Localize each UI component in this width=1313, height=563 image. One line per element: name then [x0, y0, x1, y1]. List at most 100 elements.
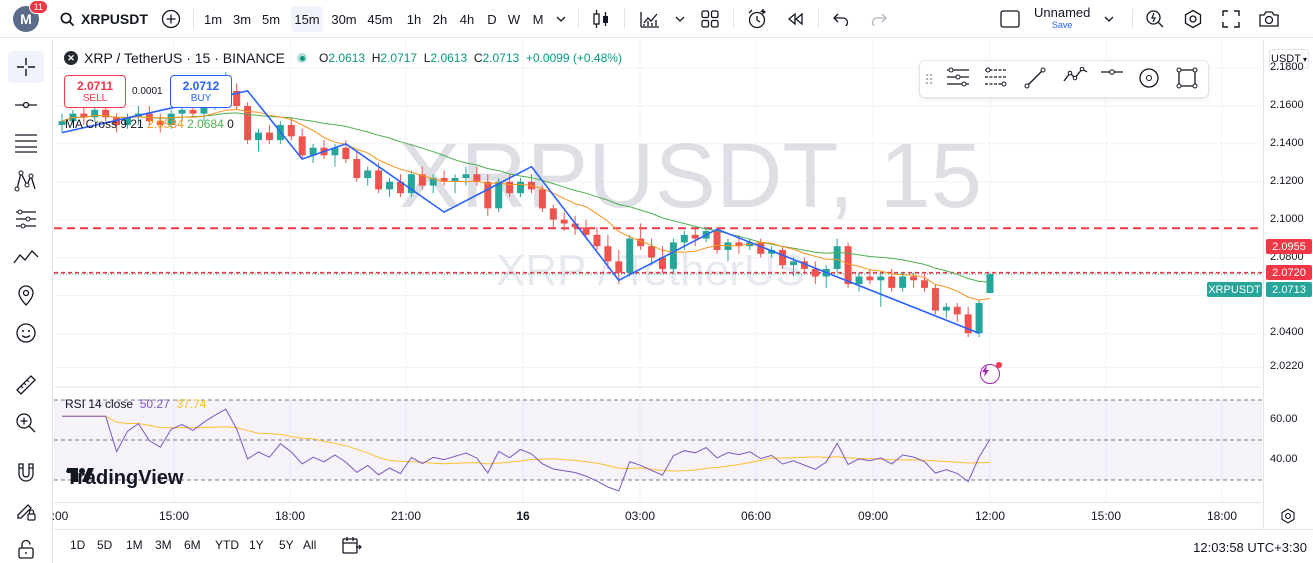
- timeframe-D[interactable]: D: [483, 6, 501, 32]
- rectangle-tool-button[interactable]: [1176, 67, 1202, 93]
- timeframe-M[interactable]: M: [528, 6, 548, 32]
- path-tool-button[interactable]: [1062, 67, 1088, 93]
- open-label: O: [319, 51, 329, 65]
- layout-selector[interactable]: Unnamed Save: [1000, 0, 1126, 38]
- candle-body: [680, 234, 688, 243]
- time-label: 16: [516, 509, 530, 523]
- trend-line-tool-button[interactable]: [1024, 67, 1050, 93]
- timeframe-45m[interactable]: 45m: [364, 6, 396, 32]
- timeframe-1h[interactable]: 1h: [403, 6, 425, 32]
- timeframe-dropdown[interactable]: [553, 0, 569, 38]
- axis-settings-button[interactable]: [1263, 503, 1313, 529]
- buy-button[interactable]: 2.0712 BUY: [170, 75, 232, 108]
- chart-pane[interactable]: XRPUSDT, 15 XRP / TetherUS ✕ XRP / Tether…: [54, 39, 1262, 529]
- circle-tool-button[interactable]: [1138, 67, 1164, 93]
- timeframe-15m[interactable]: 15m: [291, 6, 323, 32]
- tradingview-brand[interactable]: TradingView: [66, 467, 183, 490]
- layout-button[interactable]: [697, 0, 723, 38]
- forecasting-tool[interactable]: [8, 203, 44, 235]
- time-label: 21:00: [390, 509, 422, 523]
- replay-button[interactable]: [782, 0, 808, 38]
- brush-tool[interactable]: [8, 241, 44, 273]
- candle-body: [975, 303, 983, 334]
- tradingview-logo-icon: [67, 468, 94, 482]
- candle-body: [779, 249, 787, 266]
- timeframe-4h[interactable]: 4h: [455, 6, 479, 32]
- timeframe-2h[interactable]: 2h: [428, 6, 452, 32]
- range-5d[interactable]: 5D: [97, 538, 112, 552]
- candle-body: [789, 261, 797, 266]
- candle-body: [386, 181, 394, 190]
- zoom-tool[interactable]: [8, 407, 44, 439]
- rsi-axis-label: 40.00: [1270, 453, 1298, 465]
- screenshot-button[interactable]: [1255, 0, 1283, 38]
- parallel-channel-tool-button[interactable]: [984, 67, 1010, 93]
- lock-drawings-tool[interactable]: [8, 533, 44, 563]
- grid-layout-icon: [701, 10, 719, 28]
- pattern-tool[interactable]: [8, 165, 44, 197]
- sell-label: SELL: [82, 93, 108, 104]
- measure-tool[interactable]: [8, 369, 44, 401]
- fib-retracement-icon: [15, 134, 37, 153]
- icons-tool[interactable]: [8, 317, 44, 349]
- indicators-dropdown[interactable]: [672, 0, 688, 38]
- range-5y[interactable]: 5Y: [279, 538, 294, 552]
- candles-chart-type-button[interactable]: [588, 0, 614, 38]
- range-1y[interactable]: 1Y: [249, 538, 264, 552]
- range-1m[interactable]: 1M: [126, 538, 143, 552]
- price-chart[interactable]: XRPUSDT, 15XRP / TetherUS: [54, 39, 1262, 529]
- horizontal-ray-tool-button[interactable]: [1100, 67, 1126, 93]
- fib-channel-tool-button[interactable]: [946, 67, 972, 93]
- parallel-channel-icon: [985, 67, 1007, 87]
- rsi-ma-value: 37.74: [176, 397, 207, 411]
- timeframe-3m[interactable]: 3m: [229, 6, 255, 32]
- fib-tool[interactable]: [8, 127, 44, 159]
- time-axis[interactable]: :00 15:00 18:00 21:00 16 03:00 06:00 09:00 12:00…: [52, 502, 1262, 528]
- date-range-button[interactable]: [342, 537, 362, 558]
- range-3m[interactable]: 3M: [155, 538, 172, 552]
- legend-title: XRP / TetherUS · 15 · BINANCE: [84, 50, 285, 66]
- candle-body: [560, 219, 568, 224]
- range-all[interactable]: All: [303, 538, 316, 552]
- drawing-mode-tool[interactable]: [8, 495, 44, 527]
- chevron-down-icon: [556, 16, 566, 22]
- range-ytd[interactable]: YTD: [215, 538, 239, 552]
- candle-body: [713, 231, 721, 250]
- redo-button[interactable]: [866, 0, 892, 38]
- alert-button[interactable]: [743, 0, 771, 38]
- fullscreen-button[interactable]: [1218, 0, 1244, 38]
- candle-body: [604, 246, 612, 262]
- clock[interactable]: 12:03:58 UTC+3:30: [1193, 540, 1307, 555]
- quick-search-button[interactable]: [1142, 0, 1168, 38]
- settings-button[interactable]: [1180, 0, 1206, 38]
- sell-button[interactable]: 2.0711 SELL: [64, 75, 126, 108]
- timeframe-30m[interactable]: 30m: [328, 6, 360, 32]
- candle-body: [615, 261, 623, 273]
- alarm-clock-plus-icon: [748, 9, 766, 29]
- avatar[interactable]: M 11: [8, 0, 48, 38]
- projection-icon: [16, 209, 36, 229]
- trend-line-tool[interactable]: [8, 89, 44, 121]
- candle-body: [986, 274, 994, 293]
- crosshair-tool[interactable]: [8, 51, 44, 83]
- candle-body: [298, 136, 306, 156]
- timeframe-W[interactable]: W: [503, 6, 525, 32]
- candle-body: [811, 268, 819, 277]
- timeframe-1m[interactable]: 1m: [200, 6, 226, 32]
- lightning-alert-icon[interactable]: [980, 362, 1002, 384]
- time-label: 03:00: [624, 509, 656, 523]
- price-axis[interactable]: USDT ▾ 2.1800 2.1600 2.1400 2.1200 2.1000 2.08…: [1263, 39, 1313, 529]
- undo-button[interactable]: [828, 0, 854, 38]
- rsi-legend: RSI 14 close 50.27 37.74: [65, 397, 206, 411]
- range-1d[interactable]: 1D: [70, 538, 85, 552]
- symbol-search-button[interactable]: XRPUSDT: [60, 0, 152, 38]
- range-6m[interactable]: 6M: [184, 538, 201, 552]
- compare-add-button[interactable]: [158, 0, 184, 38]
- horizontal-line-icon: [15, 101, 37, 109]
- candle-body: [593, 234, 601, 247]
- drag-handle[interactable]: ⠿: [922, 67, 936, 93]
- indicators-button[interactable]: [636, 0, 664, 38]
- timeframe-5m[interactable]: 5m: [258, 6, 284, 32]
- text-tool[interactable]: [8, 279, 44, 311]
- magnet-tool[interactable]: [8, 457, 44, 489]
